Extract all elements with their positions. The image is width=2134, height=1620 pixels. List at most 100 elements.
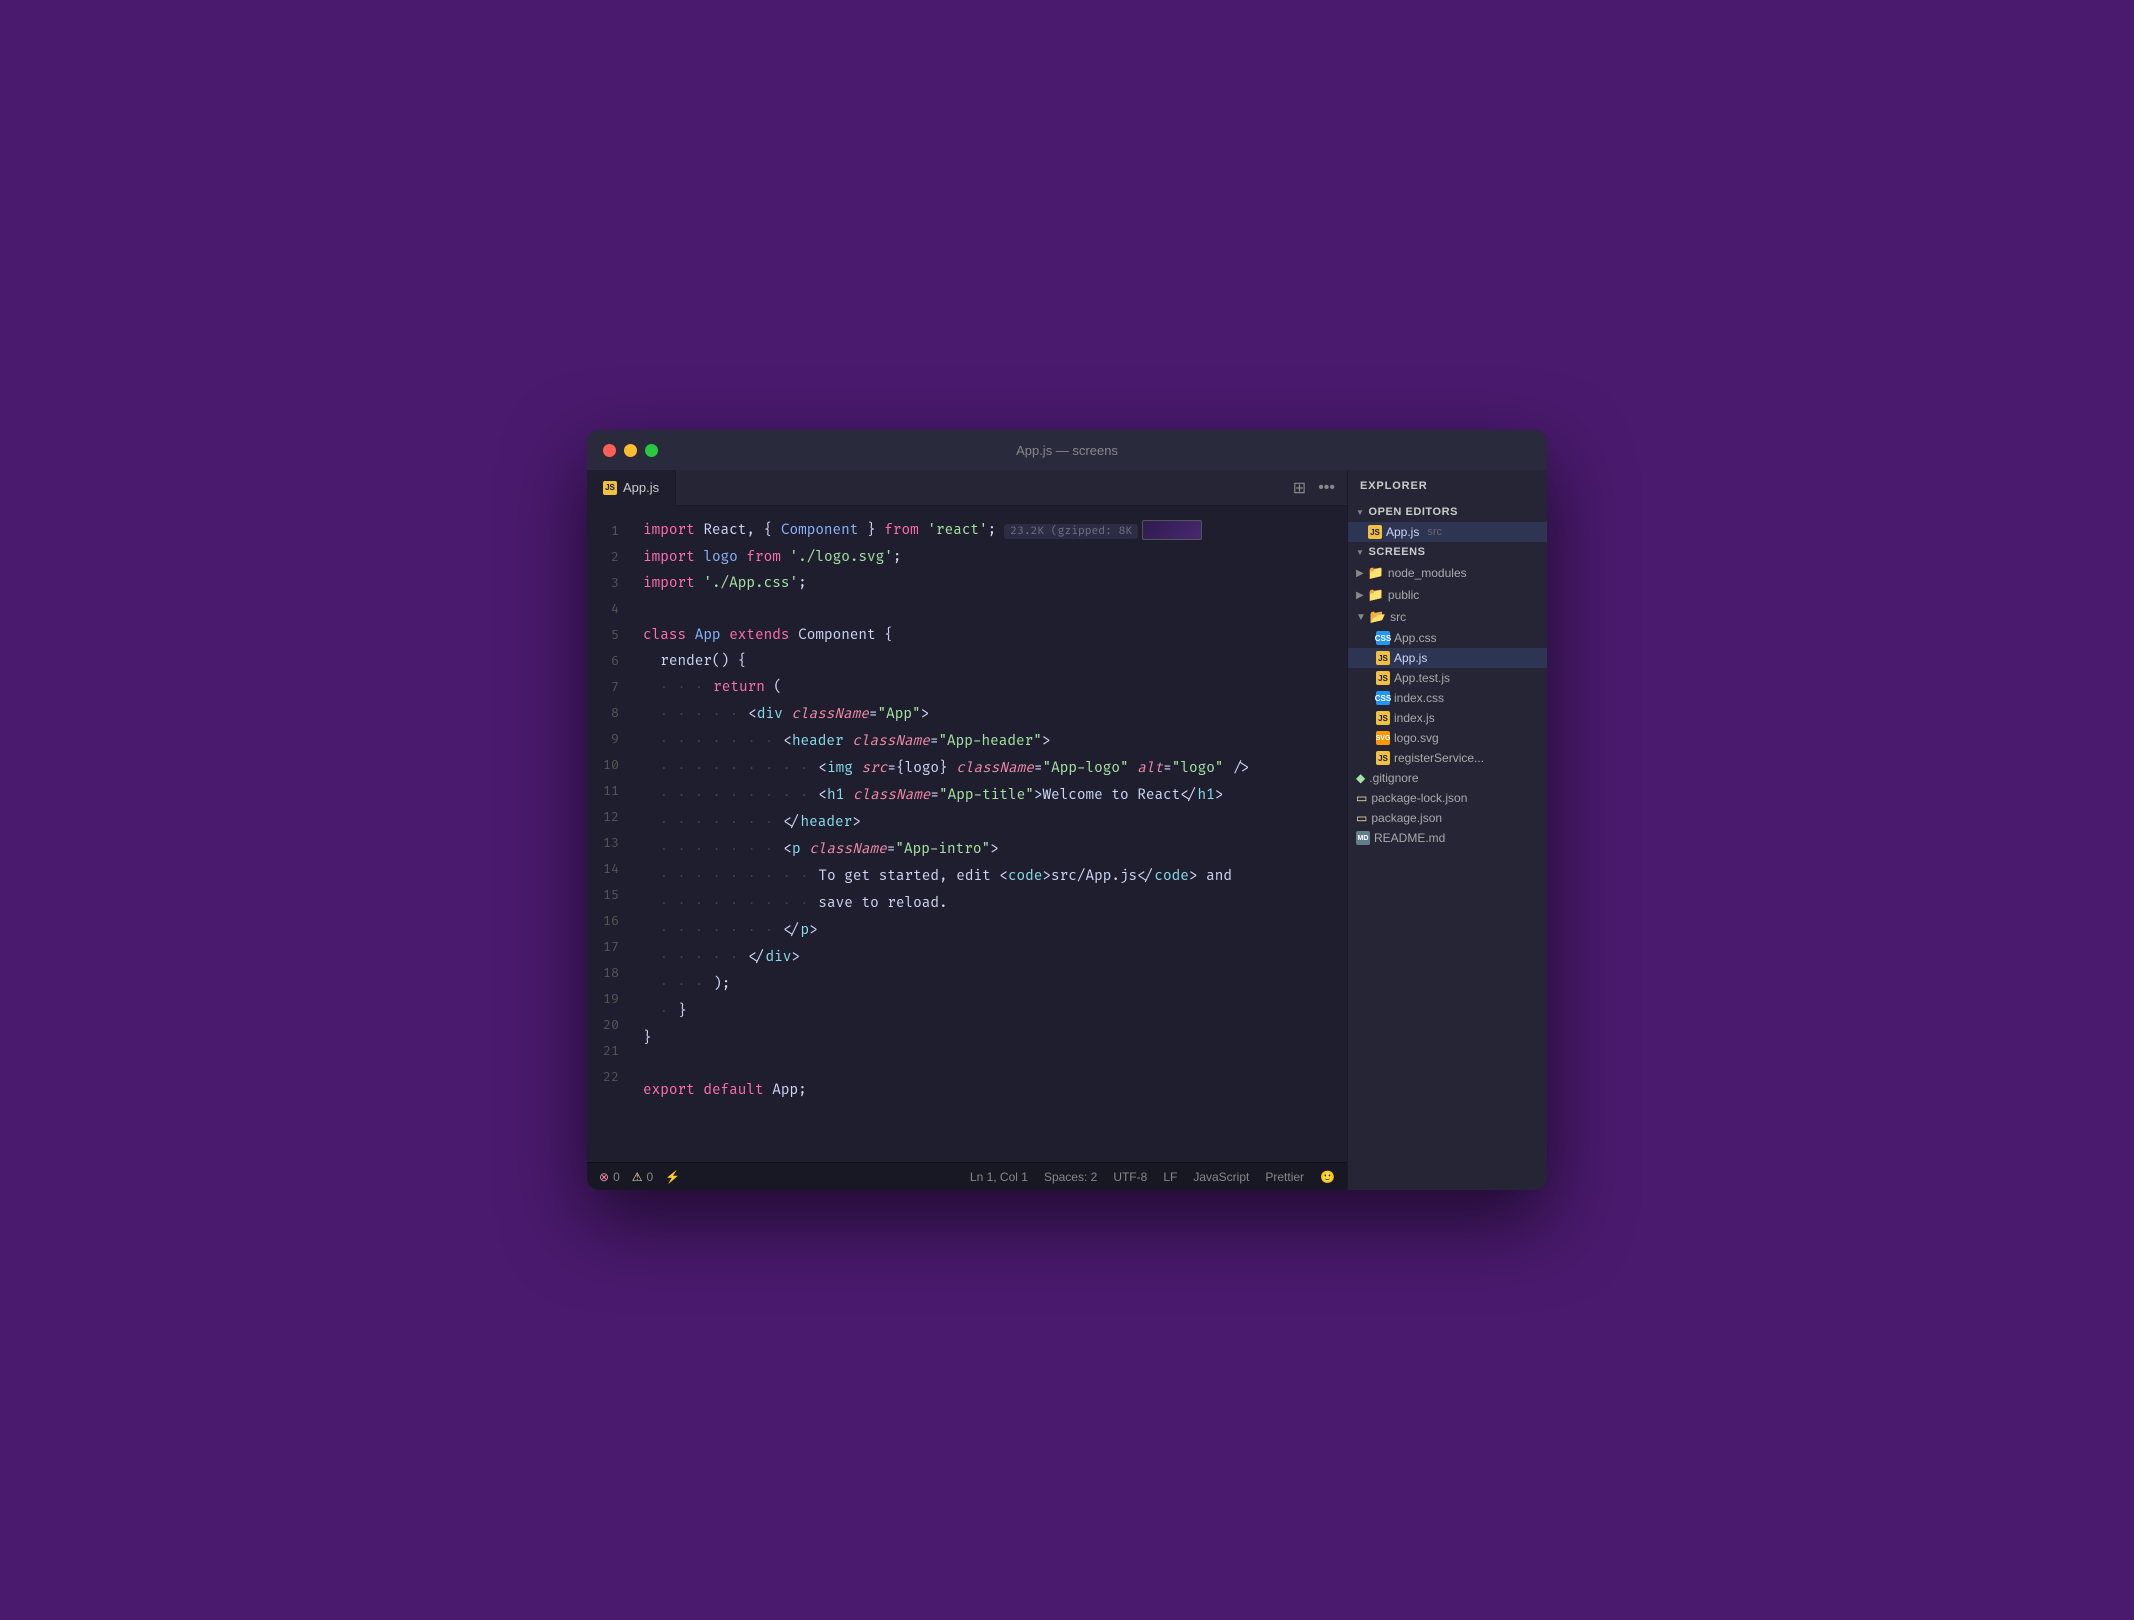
logo-svg-label: logo.svg <box>1394 731 1439 745</box>
code-content[interactable]: import React, { Component } from 'react'… <box>635 506 1347 1162</box>
smiley-icon[interactable]: 🙂 <box>1320 1170 1335 1184</box>
screens-section[interactable]: ▼ SCREENS <box>1348 542 1547 562</box>
register-service-label: registerService... <box>1394 751 1484 765</box>
code-line-22 <box>643 1104 1347 1130</box>
tree-logo-svg[interactable]: SVG logo.svg <box>1348 728 1547 748</box>
line-num-2: 2 <box>587 544 635 570</box>
statusbar-right: Ln 1, Col 1 Spaces: 2 UTF-8 LF JavaScrip… <box>970 1170 1335 1184</box>
app-js-icon: JS <box>1376 651 1390 665</box>
code-line-3: import './App.css'; <box>643 571 1347 597</box>
traffic-lights <box>603 444 658 457</box>
warning-icon: ⚠ <box>632 1170 643 1184</box>
tabbar: JS App.js ⊞ ••• <box>587 470 1347 506</box>
code-line-11: · · · · · · · · · <h1 className="App-tit… <box>643 783 1347 810</box>
public-label: public <box>1388 588 1419 602</box>
line-num-22: 22 <box>587 1064 635 1090</box>
line-num-7: 7 <box>587 674 635 700</box>
code-line-12: · · · · · · · </header> <box>643 810 1347 837</box>
titlebar: App.js — screens <box>587 430 1547 470</box>
tab-appjs[interactable]: JS App.js <box>587 470 676 506</box>
window-title: App.js — screens <box>1016 443 1118 458</box>
statusbar: ⊗ 0 ⚠ 0 ⚡ Ln 1, Col 1 Spaces: 2 UTF-8 L <box>587 1162 1347 1190</box>
register-service-icon: JS <box>1376 751 1390 765</box>
open-file-path: src <box>1427 526 1442 538</box>
encoding[interactable]: UTF-8 <box>1113 1170 1147 1184</box>
tree-package-lock[interactable]: ▭ package-lock.json <box>1348 788 1547 808</box>
app-css-icon: CSS <box>1376 631 1390 645</box>
cursor-position[interactable]: Ln 1, Col 1 <box>970 1170 1028 1184</box>
tree-index-js[interactable]: JS index.js <box>1348 708 1547 728</box>
tree-package-json[interactable]: ▭ package.json <box>1348 808 1547 828</box>
index-css-label: index.css <box>1394 691 1444 705</box>
logo-svg-icon: SVG <box>1376 731 1390 745</box>
line-num-1: 1 <box>587 518 635 544</box>
line-num-8: 8 <box>587 700 635 726</box>
minimize-button[interactable] <box>624 444 637 457</box>
code-line-18: · } <box>643 999 1347 1026</box>
lightning-icon: ⚡ <box>665 1170 680 1184</box>
line-num-10: 10 <box>587 752 635 778</box>
tab-label: App.js <box>623 480 659 495</box>
close-button[interactable] <box>603 444 616 457</box>
readme-icon: MD <box>1356 831 1370 845</box>
tree-src[interactable]: ▼ 📂 src <box>1348 606 1547 628</box>
line-num-11: 11 <box>587 778 635 804</box>
code-line-7: · · · return ( <box>643 675 1347 702</box>
src-chevron: ▼ <box>1356 612 1366 623</box>
folder-icon-node-modules: 📁 <box>1368 565 1384 581</box>
tree-app-js[interactable]: JS App.js <box>1348 648 1547 668</box>
tree-gitignore[interactable]: ◆ .gitignore <box>1348 768 1547 788</box>
line-ending[interactable]: LF <box>1163 1170 1177 1184</box>
line-num-4: 4 <box>587 596 635 622</box>
formatter[interactable]: Prettier <box>1265 1170 1304 1184</box>
code-line-16: · · · · · </div> <box>643 945 1347 972</box>
screens-chevron: ▼ <box>1356 548 1364 557</box>
tree-app-css[interactable]: CSS App.css <box>1348 628 1547 648</box>
line-num-19: 19 <box>587 986 635 1012</box>
code-line-14b: · · · · · · · · · save to reload. <box>643 891 1347 918</box>
folder-icon-src: 📂 <box>1370 609 1386 625</box>
tab-actions: ⊞ ••• <box>1293 478 1347 498</box>
error-number: 0 <box>613 1170 620 1184</box>
line-num-9: 9 <box>587 726 635 752</box>
error-icon: ⊗ <box>599 1170 609 1184</box>
split-editor-icon[interactable]: ⊞ <box>1293 478 1306 498</box>
more-actions-icon[interactable]: ••• <box>1318 479 1335 497</box>
open-file-name: App.js <box>1386 525 1419 539</box>
main-area: JS App.js ⊞ ••• 1 2 3 4 5 6 7 8 <box>587 470 1547 1190</box>
tree-app-test-js[interactable]: JS App.test.js <box>1348 668 1547 688</box>
maximize-button[interactable] <box>645 444 658 457</box>
code-line-9: · · · · · · · <header className="App-hea… <box>643 729 1347 756</box>
code-line-15: · · · · · · · </p> <box>643 918 1347 945</box>
spaces-setting[interactable]: Spaces: 2 <box>1044 1170 1097 1184</box>
code-line-5: class App extends Component { <box>643 623 1347 649</box>
package-json-icon: ▭ <box>1356 811 1367 825</box>
line-num-5: 5 <box>587 622 635 648</box>
tree-readme[interactable]: MD README.md <box>1348 828 1547 848</box>
tree-register-service[interactable]: JS registerService... <box>1348 748 1547 768</box>
lightning-icon-status[interactable]: ⚡ <box>665 1170 680 1184</box>
app-test-js-label: App.test.js <box>1394 671 1450 685</box>
open-file-appjs[interactable]: JS App.js src <box>1348 522 1547 542</box>
line-num-13: 13 <box>587 830 635 856</box>
tree-node-modules[interactable]: ▶ 📁 node_modules <box>1348 562 1547 584</box>
tree-index-css[interactable]: CSS index.css <box>1348 688 1547 708</box>
language-mode[interactable]: JavaScript <box>1193 1170 1249 1184</box>
line-num-16: 16 <box>587 908 635 934</box>
tree-public[interactable]: ▶ 📁 public <box>1348 584 1547 606</box>
error-count[interactable]: ⊗ 0 <box>599 1170 620 1184</box>
readme-label: README.md <box>1374 831 1445 845</box>
warning-count[interactable]: ⚠ 0 <box>632 1170 653 1184</box>
code-line-19: } <box>643 1026 1347 1052</box>
index-js-label: index.js <box>1394 711 1435 725</box>
open-editors-section[interactable]: ▼ OPEN EDITORS <box>1348 502 1547 522</box>
node-modules-label: node_modules <box>1388 566 1467 580</box>
screens-label: SCREENS <box>1368 546 1425 558</box>
line-num-14: 14 <box>587 856 635 882</box>
index-css-icon: CSS <box>1376 691 1390 705</box>
open-editors-label: OPEN EDITORS <box>1368 506 1458 518</box>
code-editor[interactable]: 1 2 3 4 5 6 7 8 9 10 11 12 13 14 15 16 1 <box>587 506 1347 1162</box>
line-num-3: 3 <box>587 570 635 596</box>
sidebar: EXPLORER ▼ OPEN EDITORS JS App.js src ▼ … <box>1347 470 1547 1190</box>
code-line-21: export default App; <box>643 1078 1347 1104</box>
